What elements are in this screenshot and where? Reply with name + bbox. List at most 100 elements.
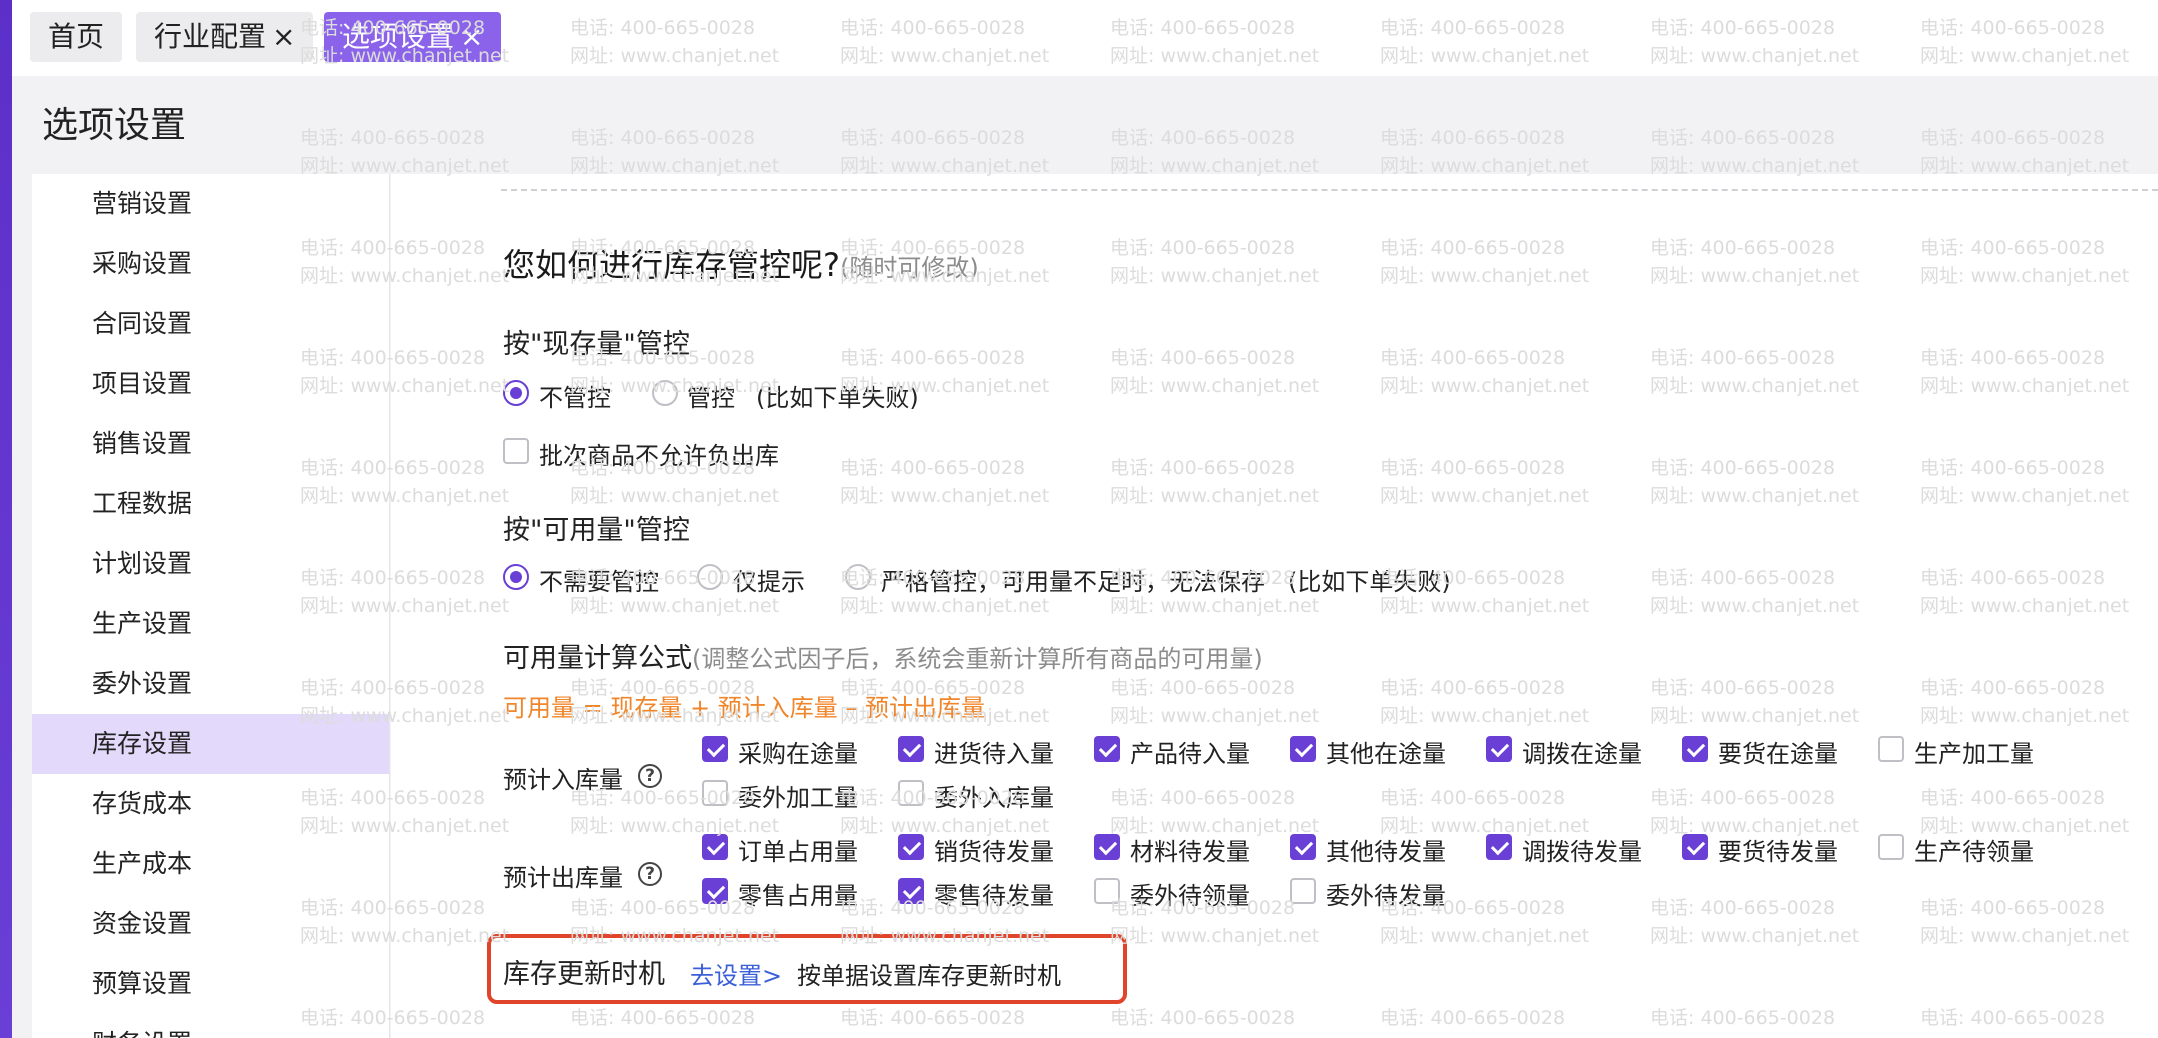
sidebar-item-finance[interactable]: 财务设置 xyxy=(32,1014,389,1038)
outbound-checkbox-transfer-pending[interactable] xyxy=(1486,834,1512,860)
sidebar-item-engineering[interactable]: 工程数据 xyxy=(32,474,389,534)
outbound-checkbox-retail-occupied[interactable] xyxy=(702,878,728,904)
section-heading-text: 您如何进行库存管控呢? xyxy=(503,246,840,284)
tab-industry-config[interactable]: 行业配置 × xyxy=(136,12,314,62)
outbound-checkbox-sales-pending[interactable] xyxy=(898,834,924,860)
watermark-phone: 电话: 400-665-0028 xyxy=(1110,127,1296,149)
outbound-checkbox-other-pending[interactable] xyxy=(1290,834,1316,860)
sidebar-item-marketing[interactable]: 营销设置 xyxy=(32,174,389,234)
radio-prompt-only[interactable] xyxy=(697,564,723,590)
help-icon[interactable]: ? xyxy=(638,764,662,788)
inbound-checkbox-transfer-transit[interactable] xyxy=(1486,736,1512,762)
radio-control-label: 管控 xyxy=(687,384,735,412)
outbound-checkbox-retail-pending[interactable] xyxy=(898,878,924,904)
radio-no-control[interactable] xyxy=(503,380,529,406)
radio-strict-control[interactable] xyxy=(845,564,871,590)
section-heading: 您如何进行库存管控呢?(随时可修改) xyxy=(503,240,979,286)
inbound-label: 预计入库量 xyxy=(503,766,623,794)
outbound-checkbox-label: 调拨待发量 xyxy=(1522,838,1642,866)
sidebar-item-inventory[interactable]: 库存设置 xyxy=(32,714,389,774)
sidebar-item-label: 销售设置 xyxy=(92,429,193,458)
radio-no-need-control[interactable] xyxy=(503,564,529,590)
inbound-checkbox-request-transit[interactable] xyxy=(1682,736,1708,762)
sidebar-item-budget[interactable]: 预算设置 xyxy=(32,954,389,1014)
sidebar-item-funds[interactable]: 资金设置 xyxy=(32,894,389,954)
outbound-checkbox-label: 委外待发量 xyxy=(1326,882,1446,910)
sidebar-item-inventory-cost[interactable]: 存货成本 xyxy=(32,774,389,834)
close-icon[interactable]: × xyxy=(460,20,483,53)
sidebar: 营销设置 采购设置 合同设置 项目设置 销售设置 工程数据 计划设置 生产设置 … xyxy=(32,174,390,1038)
outbound-checkbox-material-pending[interactable] xyxy=(1094,834,1120,860)
sidebar-item-contract[interactable]: 合同设置 xyxy=(32,294,389,354)
watermark-phone: 电话: 400-665-0028 xyxy=(1920,127,2106,149)
formula-title-text: 可用量计算公式 xyxy=(503,643,692,674)
help-icon[interactable]: ? xyxy=(638,862,662,886)
watermark-phone: 电话: 400-665-0028 xyxy=(570,127,756,149)
stock-control-note: (比如下单失败) xyxy=(756,384,919,412)
sidebar-item-label: 存货成本 xyxy=(92,789,193,818)
sidebar-item-production[interactable]: 生产设置 xyxy=(32,594,389,654)
outbound-checkbox-outsource-pick[interactable] xyxy=(1094,878,1120,904)
sidebar-item-label: 委外设置 xyxy=(92,669,193,698)
section-heading-note: (随时可修改) xyxy=(840,254,979,282)
inbound-checkbox-label: 产品待入量 xyxy=(1130,740,1250,768)
watermark-phone: 电话: 400-665-0028 xyxy=(840,127,1026,149)
outbound-checkbox-label: 生产待领量 xyxy=(1914,838,2034,866)
inbound-checkbox-label: 采购在途量 xyxy=(738,740,858,768)
inbound-checkbox-label: 要货在途量 xyxy=(1718,740,1838,768)
outbound-checkbox-label: 委外待领量 xyxy=(1130,882,1250,910)
formula-title: 可用量计算公式(调整公式因子后，系统会重新计算所有商品的可用量) xyxy=(503,636,1263,675)
sidebar-item-label: 资金设置 xyxy=(92,909,193,938)
radio-no-need-control-label: 不需要管控 xyxy=(539,568,659,596)
outbound-checkbox-outsource-pending[interactable] xyxy=(1290,878,1316,904)
sidebar-item-production-cost[interactable]: 生产成本 xyxy=(32,834,389,894)
radio-prompt-only-label: 仅提示 xyxy=(733,568,805,596)
inbound-checkbox-label: 进货待入量 xyxy=(934,740,1054,768)
sidebar-item-label: 工程数据 xyxy=(92,489,193,518)
sidebar-item-planning[interactable]: 计划设置 xyxy=(32,534,389,594)
update-timing-note: 按单据设置库存更新时机 xyxy=(797,962,1061,990)
outbound-checkbox-order-occupied[interactable] xyxy=(702,834,728,860)
update-timing-title: 库存更新时机 xyxy=(503,959,665,990)
outbound-checkbox-label: 零售占用量 xyxy=(738,882,858,910)
sidebar-item-label: 采购设置 xyxy=(92,249,193,278)
sidebar-item-purchase[interactable]: 采购设置 xyxy=(32,234,389,294)
outbound-checkbox-label: 要货待发量 xyxy=(1718,838,1838,866)
tab-industry-config-label: 行业配置 xyxy=(154,20,267,53)
outbound-checkbox-request-pending[interactable] xyxy=(1682,834,1708,860)
page-title: 选项设置 xyxy=(42,105,187,146)
sidebar-item-outsourcing[interactable]: 委外设置 xyxy=(32,654,389,714)
inbound-checkbox-other-transit[interactable] xyxy=(1290,736,1316,762)
inbound-checkbox-receipt-pending[interactable] xyxy=(898,736,924,762)
outbound-checkbox-label: 零售待发量 xyxy=(934,882,1054,910)
sidebar-item-project[interactable]: 项目设置 xyxy=(32,354,389,414)
sidebar-item-label: 财务设置 xyxy=(92,1029,192,1038)
sidebar-item-label: 生产成本 xyxy=(92,849,193,878)
batch-no-negative-checkbox[interactable] xyxy=(503,438,529,464)
sidebar-item-sales[interactable]: 销售设置 xyxy=(32,414,389,474)
inbound-checkbox-label: 生产加工量 xyxy=(1914,740,2034,768)
inbound-checkbox-label: 调拨在途量 xyxy=(1522,740,1642,768)
tab-home-label: 首页 xyxy=(48,20,105,53)
close-icon[interactable]: × xyxy=(272,20,295,53)
sidebar-item-label: 生产设置 xyxy=(92,609,193,638)
outbound-checkbox-production-pick[interactable] xyxy=(1878,834,1904,860)
inbound-checkbox-label: 委外加工量 xyxy=(738,784,858,812)
inbound-checkbox-production-processing[interactable] xyxy=(1878,736,1904,762)
inbound-checkbox-outsource-processing[interactable] xyxy=(702,780,728,806)
inbound-checkbox-purchase-transit[interactable] xyxy=(702,736,728,762)
tab-home[interactable]: 首页 xyxy=(30,12,123,62)
sidebar-item-label: 营销设置 xyxy=(92,189,193,218)
outbound-checkbox-label: 订单占用量 xyxy=(738,838,858,866)
tab-option-settings[interactable]: 选项设置 × xyxy=(324,12,502,62)
formula-title-note: (调整公式因子后，系统会重新计算所有商品的可用量) xyxy=(692,645,1263,673)
stock-control-title: 按"现存量"管控 xyxy=(503,329,690,360)
go-settings-link[interactable]: 去设置> xyxy=(690,956,782,991)
inbound-checkbox-label: 委外入库量 xyxy=(934,784,1054,812)
outbound-checkbox-label: 销货待发量 xyxy=(934,838,1054,866)
inbound-checkbox-product-pending[interactable] xyxy=(1094,736,1120,762)
inbound-checkbox-outsource-receipt[interactable] xyxy=(898,780,924,806)
radio-control[interactable] xyxy=(652,380,678,406)
watermark-phone: 电话: 400-665-0028 xyxy=(1650,127,1836,149)
sidebar-item-label: 合同设置 xyxy=(92,309,193,338)
